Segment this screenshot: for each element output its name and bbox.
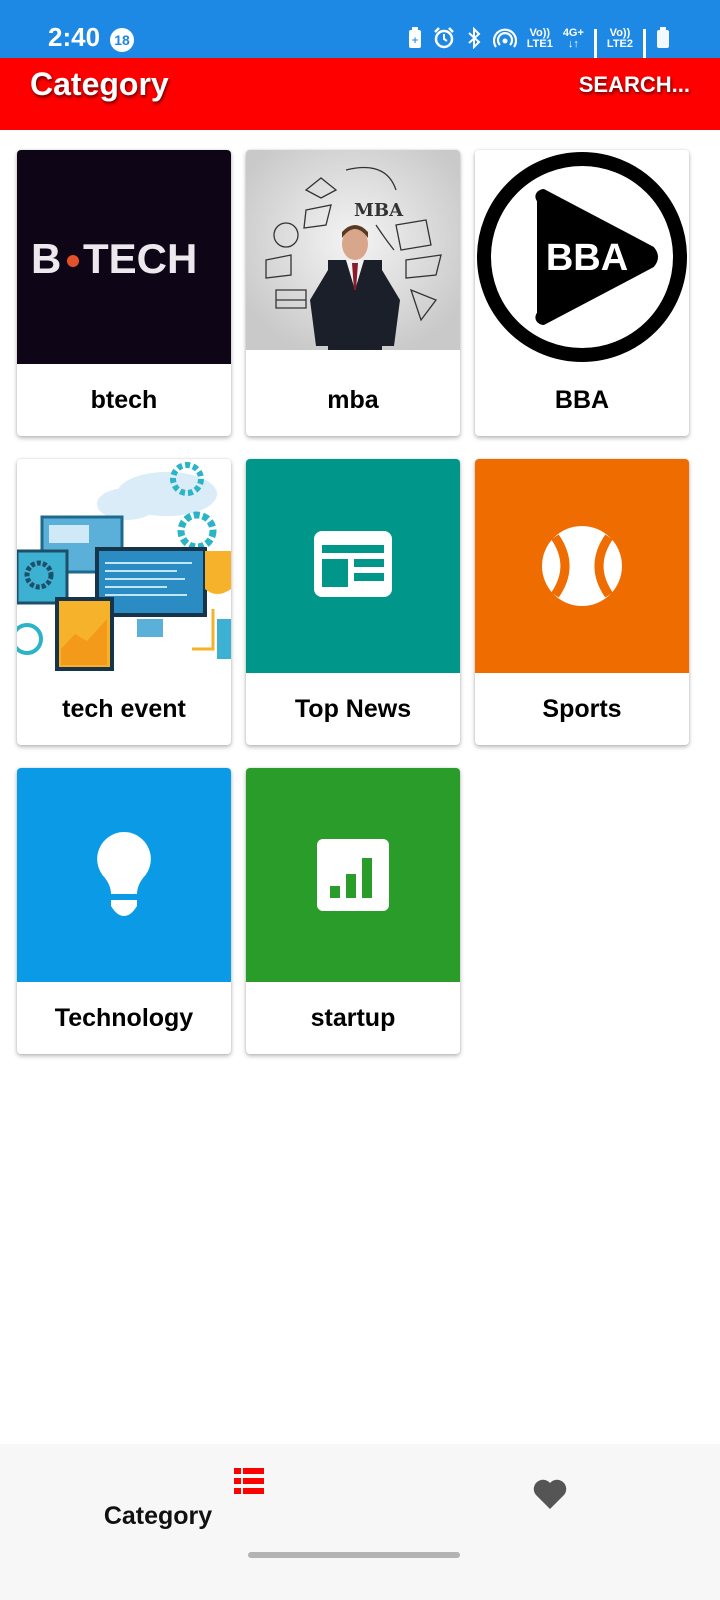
sim1-lte-label: LTE1 <box>526 38 553 50</box>
category-label: Technology <box>54 1003 194 1032</box>
category-card-top-news[interactable]: Top News <box>246 459 460 745</box>
sim2-lte-label: LTE2 <box>606 38 633 50</box>
category-card-sports[interactable]: Sports <box>475 459 689 745</box>
bluetooth-icon <box>465 26 483 52</box>
page-title: Category <box>30 66 169 102</box>
category-label: Sports <box>542 694 622 723</box>
notification-count-badge: 18 <box>110 28 134 52</box>
sim1-label: Vo)) LTE1 <box>527 28 553 50</box>
category-label: btech <box>90 385 158 414</box>
top-news-thumbnail <box>246 459 460 673</box>
app-screen: 2:40 18 + Vo)) LTE1 4G+ ↓↑ Vo)) LTE2 Cat… <box>0 0 720 1600</box>
bottom-navigation: Category <box>0 1444 720 1600</box>
status-time: 2:40 <box>48 22 101 52</box>
battery-saver-icon: + <box>407 26 423 52</box>
mba-sketch-text: MBA <box>354 200 404 221</box>
sports-thumbnail <box>475 459 689 673</box>
category-label: tech event <box>62 694 186 723</box>
signal-icon <box>593 29 597 74</box>
list-icon <box>234 1468 264 1494</box>
startup-thumbnail <box>246 768 460 982</box>
btech-logo-text: TECH <box>83 235 197 282</box>
battery-icon <box>656 26 670 52</box>
network-type-text: 4G+ <box>562 27 584 39</box>
app-bar: Category SEARCH... <box>0 58 720 130</box>
bba-logo-thumbnail: BBA <box>475 150 689 364</box>
category-card-startup[interactable]: startup <box>246 768 460 1054</box>
bar-chart-icon <box>317 839 389 911</box>
bba-logo-text: BBA <box>546 237 628 279</box>
search-button[interactable]: SEARCH... <box>579 72 690 98</box>
tech-event-illustration <box>17 459 231 673</box>
alarm-icon <box>433 26 455 52</box>
category-card-bba[interactable]: BBA BBA <box>475 150 689 436</box>
category-label: startup <box>310 1003 396 1032</box>
category-label: mba <box>327 385 379 414</box>
network-type-label: 4G+ ↓↑ <box>562 27 584 50</box>
sim2-label: Vo)) LTE2 <box>607 28 633 50</box>
category-card-tech-event[interactable]: tech event <box>17 459 231 745</box>
ball-icon <box>542 526 622 606</box>
nav-item-favorites[interactable] <box>360 1444 720 1564</box>
status-bar: 2:40 18 + Vo)) LTE1 4G+ ↓↑ Vo)) LTE2 <box>0 0 720 74</box>
mba-photo-thumbnail: MBA <box>246 150 460 364</box>
category-card-mba[interactable]: MBA mba <box>246 150 460 436</box>
nav-item-label: Category <box>103 1502 213 1530</box>
signal-icon <box>643 29 646 74</box>
category-card-btech[interactable]: B TECH btech <box>17 150 231 436</box>
svg-text:+: + <box>411 36 419 46</box>
btech-logo-letter: B <box>31 235 61 282</box>
heart-icon <box>533 1479 567 1509</box>
lightbulb-icon <box>97 832 151 916</box>
category-card-technology[interactable]: Technology <box>17 768 231 1054</box>
status-icons: + Vo)) LTE1 4G+ ↓↑ Vo)) LTE2 <box>407 24 670 74</box>
newspaper-icon <box>314 531 392 597</box>
gesture-home-bar[interactable] <box>248 1552 460 1558</box>
category-label: Top News <box>294 694 412 723</box>
technology-thumbnail <box>17 768 231 982</box>
hotspot-icon <box>492 27 517 52</box>
category-label: BBA <box>554 385 610 414</box>
btech-logo-thumbnail: B TECH <box>17 150 231 364</box>
